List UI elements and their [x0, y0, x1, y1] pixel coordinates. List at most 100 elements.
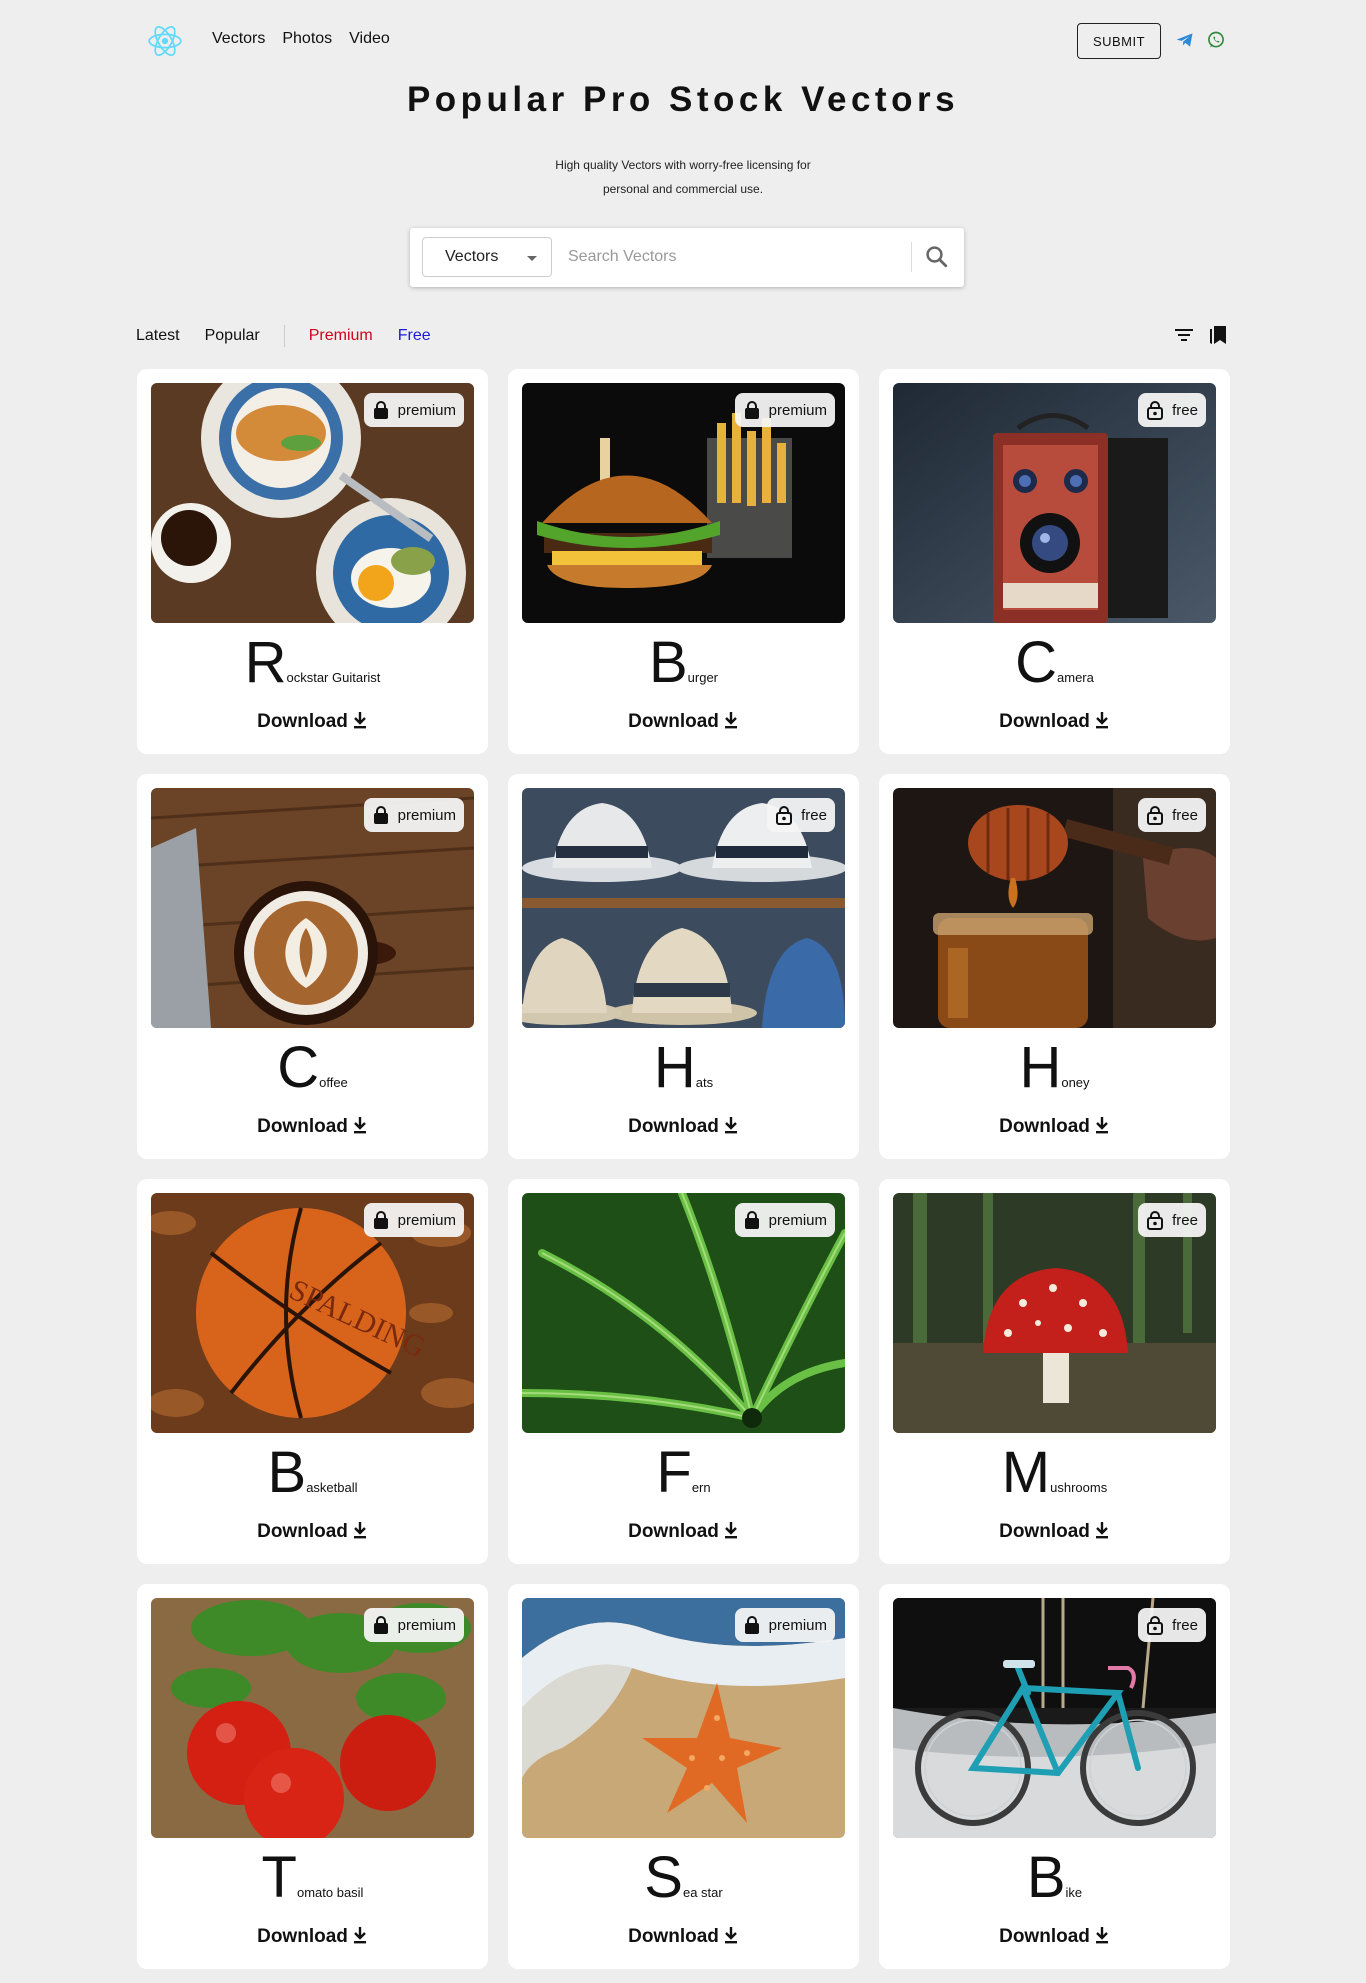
tomato-basil-photo[interactable]: premium [151, 1598, 474, 1838]
burger-and-fries-photo[interactable]: premium [522, 383, 845, 623]
filter-free[interactable]: Free [398, 327, 431, 345]
card-initial: T [261, 1845, 297, 1910]
breakfast-table-photo[interactable]: premium [151, 383, 474, 623]
basketball-in-leaves-photo[interactable]: SPALDING premium [151, 1193, 474, 1433]
free-badge: free [1138, 798, 1206, 832]
filter-list-icon[interactable] [1172, 323, 1196, 347]
card-initial: M [1001, 1440, 1051, 1505]
download-button[interactable]: Download [508, 1521, 859, 1543]
bookmarks-icon[interactable] [1206, 323, 1230, 347]
card-title-rest: omato basil [296, 1885, 364, 1900]
whatsapp-icon[interactable] [1206, 30, 1226, 50]
badge-label: premium [397, 806, 456, 824]
download-icon [724, 1522, 737, 1539]
download-button[interactable]: Download [137, 1521, 488, 1543]
badge-label: free [1172, 806, 1198, 824]
lock-icon [744, 1616, 759, 1634]
nav-link-vectors[interactable]: Vectors [212, 30, 265, 48]
free-badge: free [1138, 1203, 1206, 1237]
download-button[interactable]: Download [879, 1116, 1230, 1138]
badge-label: free [1172, 401, 1198, 419]
download-button[interactable]: Download [879, 711, 1230, 733]
image-card[interactable]: premium Burger Download [508, 369, 859, 754]
download-button[interactable]: Download [137, 711, 488, 733]
lock-icon [373, 1211, 388, 1229]
download-icon [1095, 1522, 1108, 1539]
filter-latest[interactable]: Latest [136, 327, 180, 345]
filter-popular[interactable]: Popular [205, 327, 260, 345]
search-bar: Vectors [410, 228, 964, 287]
react-logo-icon[interactable] [146, 23, 184, 59]
card-title-rest: amera [1057, 670, 1094, 685]
card-initial: C [1015, 630, 1058, 695]
download-label: Download [257, 711, 348, 732]
unlock-icon [1147, 1616, 1164, 1635]
page-subtitle: High quality Vectors with worry-free lic… [483, 153, 883, 201]
card-title-rest: ats [695, 1075, 714, 1090]
card-initial: B [267, 1440, 307, 1505]
image-card[interactable]: premium Sea star Download [508, 1584, 859, 1969]
download-button[interactable]: Download [879, 1521, 1230, 1543]
image-card[interactable]: premium Coffee Download [137, 774, 488, 1159]
download-icon [724, 1117, 737, 1134]
card-title-rest: ern [691, 1480, 711, 1495]
card-initial: B [1026, 1845, 1066, 1910]
card-title: Hats [508, 1039, 859, 1097]
download-button[interactable]: Download [879, 1926, 1230, 1948]
category-select[interactable]: Vectors [422, 237, 552, 277]
submit-button[interactable]: SUBMIT [1077, 23, 1161, 59]
card-title-rest: ushrooms [1050, 1480, 1108, 1495]
download-icon [353, 1117, 366, 1134]
fern-leaves-photo[interactable]: premium [522, 1193, 845, 1433]
image-card[interactable]: free Bike Download [879, 1584, 1230, 1969]
image-card[interactable]: free Hats Download [508, 774, 859, 1159]
download-button[interactable]: Download [508, 1926, 859, 1948]
search-input[interactable] [560, 237, 900, 277]
image-card[interactable]: SPALDING premium Basketball Download [137, 1179, 488, 1564]
download-button[interactable]: Download [508, 711, 859, 733]
card-title-rest: ea star [682, 1885, 723, 1900]
page-title: Popular Pro Stock Vectors [406, 80, 960, 119]
search-icon[interactable] [922, 242, 952, 272]
image-card[interactable]: free Honey Download [879, 774, 1230, 1159]
free-badge: free [1138, 1608, 1206, 1642]
vintage-box-camera-photo[interactable]: free [893, 383, 1216, 623]
card-title-rest: ike [1065, 1885, 1083, 1900]
image-card[interactable]: premium Tomato basil Download [137, 1584, 488, 1969]
top-navbar: Vectors Photos Video SUBMIT [0, 0, 1366, 80]
download-icon [724, 1927, 737, 1944]
filter-divider [283, 325, 285, 347]
card-initial: R [244, 630, 287, 695]
unlock-icon [1147, 401, 1164, 420]
download-label: Download [257, 1116, 348, 1137]
badge-label: premium [397, 401, 456, 419]
badge-label: premium [397, 1616, 456, 1634]
filter-bar: Latest Popular Premium Free [136, 325, 431, 347]
latte-art-coffee-photo[interactable]: premium [151, 788, 474, 1028]
image-card[interactable]: free Mushrooms Download [879, 1179, 1230, 1564]
download-label: Download [999, 711, 1090, 732]
image-card[interactable]: premium Rockstar Guitarist Download [137, 369, 488, 754]
bicycle-photo[interactable]: free [893, 1598, 1216, 1838]
unlock-icon [1147, 806, 1164, 825]
download-button[interactable]: Download [137, 1116, 488, 1138]
image-grid: premium Rockstar Guitarist Download prem… [137, 369, 1230, 1969]
download-button[interactable]: Download [508, 1116, 859, 1138]
nav-link-photos[interactable]: Photos [282, 30, 332, 48]
filter-premium[interactable]: Premium [309, 327, 373, 345]
starfish-beach-photo[interactable]: premium [522, 1598, 845, 1838]
card-title-rest: asketball [306, 1480, 358, 1495]
download-button[interactable]: Download [137, 1926, 488, 1948]
download-label: Download [999, 1926, 1090, 1947]
telegram-icon[interactable] [1175, 30, 1195, 50]
lock-icon [373, 401, 388, 419]
card-title-rest: oney [1061, 1075, 1090, 1090]
image-card[interactable]: free Camera Download [879, 369, 1230, 754]
card-title: Sea star [508, 1849, 859, 1907]
nav-link-video[interactable]: Video [349, 30, 390, 48]
image-card[interactable]: premium Fern Download [508, 1179, 859, 1564]
honey-dipper-jar-photo[interactable]: free [893, 788, 1216, 1028]
red-mushroom-photo[interactable]: free [893, 1193, 1216, 1433]
premium-badge: premium [734, 393, 835, 427]
panama-hats-photo[interactable]: free [522, 788, 845, 1028]
